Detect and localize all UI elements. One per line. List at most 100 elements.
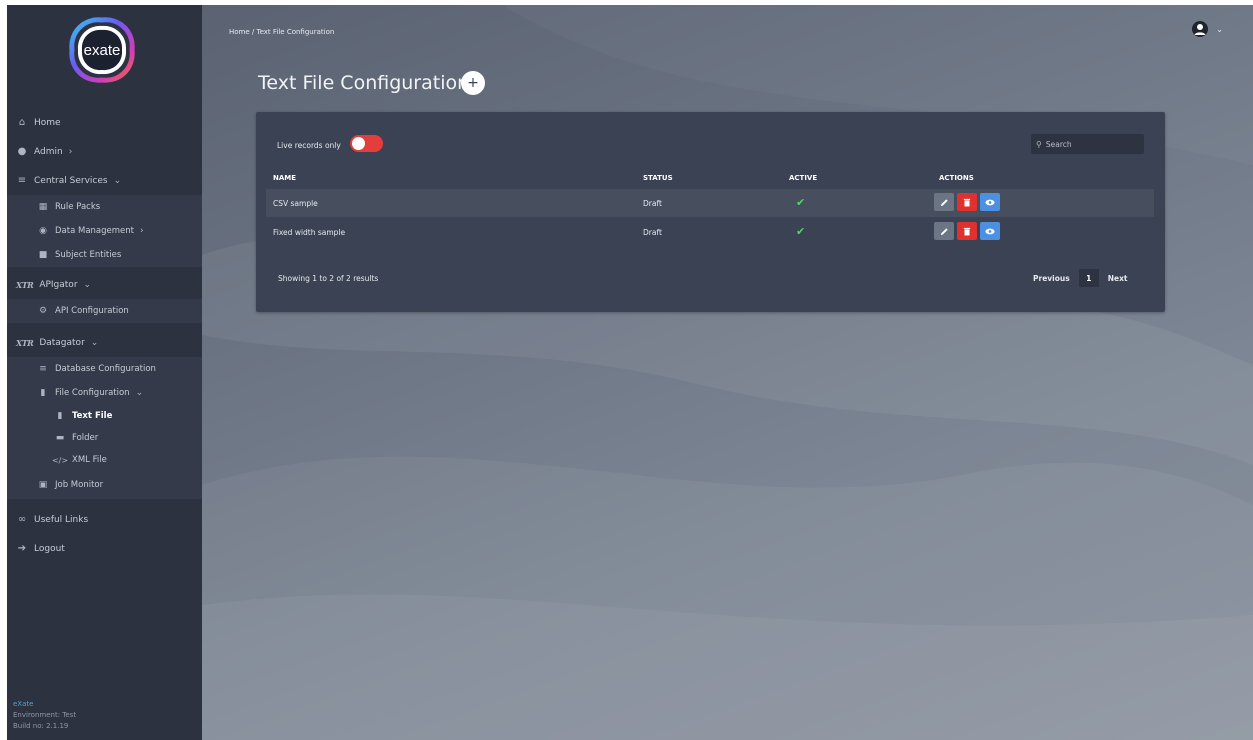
- xtr-brand-icon: XTR: [16, 337, 34, 348]
- sidebar-item-useful-links[interactable]: ∞ Useful Links: [7, 505, 202, 534]
- logo-text: exate: [84, 42, 121, 59]
- chevron-right-icon: ›: [140, 226, 144, 236]
- view-button[interactable]: [980, 222, 1000, 240]
- sidebar-item-label: APIgator: [39, 279, 78, 290]
- sidebar-item-label: Job Monitor: [55, 480, 104, 490]
- exate-logo[interactable]: exate: [62, 10, 142, 90]
- trash-icon: [963, 198, 971, 206]
- eye-icon: [985, 199, 995, 205]
- add-button[interactable]: +: [461, 71, 485, 95]
- table-icon: ▦: [38, 202, 48, 212]
- edit-button[interactable]: [934, 193, 954, 211]
- row-status: Draft: [643, 199, 662, 208]
- sidebar-item-xml-file[interactable]: </> XML File: [7, 449, 202, 471]
- sidebar-item-label: Central Services: [34, 175, 108, 186]
- sidebar-item-label: Database Configuration: [55, 364, 156, 374]
- row-actions: [934, 222, 1000, 240]
- gear-icon: ⚙: [38, 306, 48, 316]
- layers-icon: ≡: [17, 175, 27, 186]
- row-name: CSV sample: [273, 199, 318, 208]
- sidebar: exate ⌂ Home ● Admin › ≡ Central Service…: [7, 5, 202, 740]
- sidebar-item-label: API Configuration: [55, 306, 129, 316]
- sidebar-item-label: Data Management: [55, 226, 134, 236]
- row-name: Fixed width sample: [273, 228, 346, 237]
- breadcrumb-current: Text File Configuration: [256, 28, 335, 36]
- chevron-down-icon: ⌄: [135, 388, 144, 398]
- sidebar-item-label: XML File: [72, 455, 107, 465]
- sidebar-item-label: Folder: [72, 433, 99, 443]
- table-row[interactable]: CSV sample Draft ✔: [266, 189, 1154, 217]
- live-records-label: Live records only: [277, 141, 341, 150]
- records-card: Live records only ⚲ NAME STATUS ACTIVE A…: [256, 112, 1165, 312]
- central-services-submenu: ▦ Rule Packs ◉ Data Management › ■ Subje…: [7, 195, 202, 267]
- chevron-right-icon: ›: [68, 146, 73, 157]
- sidebar-nav: ⌂ Home ● Admin › ≡ Central Services ⌄ ▦ …: [7, 108, 202, 563]
- user-avatar-icon: [1192, 21, 1209, 37]
- shield-icon: ◉: [39, 226, 47, 236]
- sidebar-item-api-configuration[interactable]: ⚙ API Configuration: [7, 299, 202, 323]
- sidebar-item-label: Text File: [72, 411, 113, 421]
- page-title: Text File Configuration: [258, 72, 470, 94]
- sidebar-item-home[interactable]: ⌂ Home: [7, 108, 202, 137]
- user-menu[interactable]: ⌄: [1192, 21, 1223, 37]
- chevron-down-icon: ⌄: [113, 175, 122, 186]
- file-icon: ▮: [40, 388, 46, 398]
- breadcrumb-separator: /: [251, 28, 255, 36]
- breadcrumb: Home / Text File Configuration: [229, 28, 334, 36]
- sidebar-item-label: Logout: [34, 543, 65, 554]
- search-input[interactable]: [1045, 139, 1136, 149]
- search-box[interactable]: ⚲: [1031, 134, 1144, 154]
- database-icon: ≡: [39, 364, 47, 374]
- table-row[interactable]: Fixed width sample Draft ✔: [266, 218, 1154, 246]
- delete-button[interactable]: [957, 222, 977, 240]
- link-icon: ∞: [17, 514, 27, 525]
- sidebar-item-text-file[interactable]: ▮ Text File: [7, 405, 202, 427]
- sidebar-item-job-monitor[interactable]: ▣ Job Monitor: [7, 471, 202, 499]
- chevron-down-icon: ⌄: [90, 337, 99, 348]
- app-frame: exate ⌂ Home ● Admin › ≡ Central Service…: [7, 5, 1253, 740]
- sidebar-item-label: Admin: [34, 146, 63, 157]
- sidebar-item-data-management[interactable]: ◉ Data Management ›: [7, 219, 202, 243]
- next-page-button[interactable]: Next: [1103, 270, 1133, 287]
- sidebar-item-label: Subject Entities: [55, 250, 122, 260]
- pencil-icon: [940, 227, 948, 235]
- live-records-toggle[interactable]: [350, 135, 383, 152]
- sidebar-item-rule-packs[interactable]: ▦ Rule Packs: [7, 195, 202, 219]
- delete-button[interactable]: [957, 193, 977, 211]
- sidebar-item-folder[interactable]: ▬ Folder: [7, 427, 202, 449]
- sidebar-item-subject-entities[interactable]: ■ Subject Entities: [7, 243, 202, 267]
- column-header-actions: ACTIONS: [939, 174, 974, 182]
- datagator-submenu: ≡ Database Configuration ▮ File Configur…: [7, 357, 202, 499]
- chevron-down-icon: ⌄: [1216, 24, 1223, 34]
- sidebar-item-admin[interactable]: ● Admin ›: [7, 137, 202, 166]
- footer-environment: Environment: Test: [13, 711, 77, 719]
- row-status: Draft: [643, 228, 662, 237]
- file-text-icon: ▮: [57, 411, 63, 421]
- sidebar-item-label: Rule Packs: [55, 202, 101, 212]
- users-icon: ●: [17, 146, 27, 157]
- sidebar-item-central-services[interactable]: ≡ Central Services ⌄: [7, 166, 202, 195]
- main-content: Home / Text File Configuration ⌄ Text Fi…: [202, 5, 1253, 740]
- column-header-name: NAME: [273, 174, 297, 182]
- sidebar-item-logout[interactable]: ➔ Logout: [7, 534, 202, 563]
- pencil-icon: [940, 198, 948, 206]
- book-icon: ■: [38, 250, 48, 260]
- breadcrumb-home[interactable]: Home: [229, 28, 250, 36]
- active-check-icon: ✔: [796, 196, 806, 209]
- sidebar-item-database-configuration[interactable]: ≡ Database Configuration: [7, 357, 202, 381]
- eye-icon: [985, 228, 995, 234]
- edit-button[interactable]: [934, 222, 954, 240]
- sidebar-item-file-configuration[interactable]: ▮ File Configuration ⌄: [7, 381, 202, 405]
- previous-page-button[interactable]: Previous: [1028, 270, 1075, 287]
- home-icon: ⌂: [18, 117, 26, 128]
- footer-build: Build no: 2.1.19: [13, 722, 69, 730]
- row-actions: [934, 193, 1000, 211]
- sidebar-item-datagator[interactable]: XTR Datagator ⌄: [7, 328, 202, 357]
- sidebar-item-label: Useful Links: [34, 514, 89, 525]
- sidebar-item-label: Home: [34, 117, 61, 128]
- chevron-down-icon: ⌄: [83, 279, 92, 290]
- sidebar-item-apigator[interactable]: XTR APIgator ⌄: [7, 270, 202, 299]
- footer-brand: eXate: [13, 700, 34, 708]
- view-button[interactable]: [980, 193, 1000, 211]
- page-number-button[interactable]: 1: [1078, 269, 1099, 287]
